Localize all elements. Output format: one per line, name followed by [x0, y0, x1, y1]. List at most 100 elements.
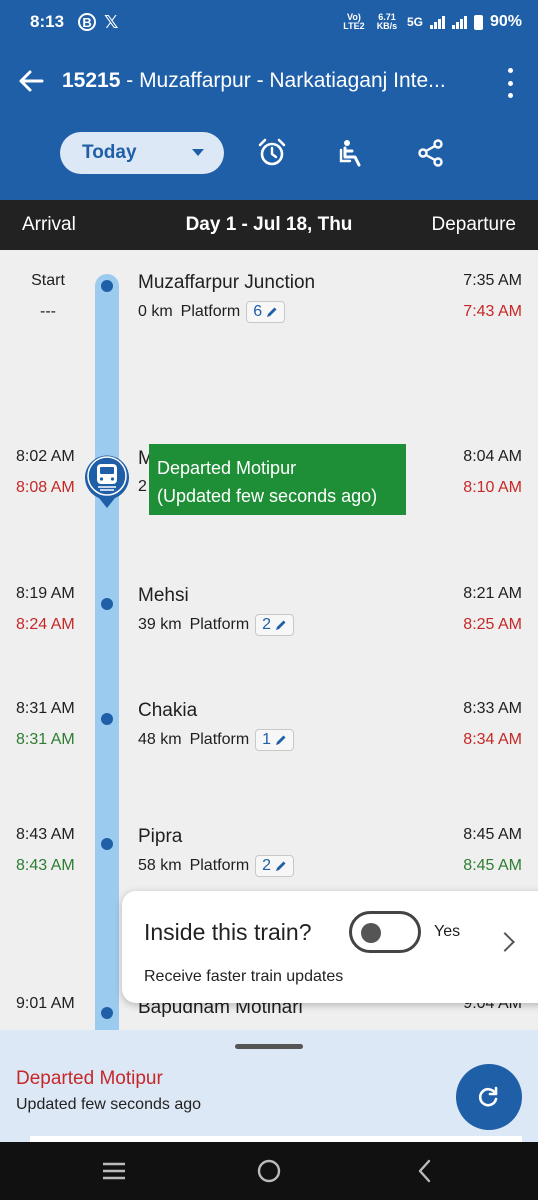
departure-actual: 8:34 AM [463, 731, 522, 748]
platform-label: Platform [180, 303, 241, 320]
arrival-actual: --- [40, 303, 56, 320]
platform-number: 2 [262, 616, 272, 633]
platform-edit-button[interactable]: 2 [255, 614, 295, 636]
departure-scheduled: 8:33 AM [463, 700, 522, 717]
platform-edit-button[interactable]: 1 [255, 729, 295, 751]
departure-scheduled: 8:45 AM [463, 826, 522, 843]
platform-label: Platform [189, 731, 250, 748]
departure-scheduled: 8:21 AM [463, 585, 522, 602]
sheet-drag-handle[interactable] [235, 1044, 303, 1049]
train-location-icon[interactable] [82, 452, 132, 508]
inside-train-card[interactable]: Inside this train? Yes Receive faster tr… [122, 891, 538, 1003]
signal-icon [429, 15, 445, 29]
departure-actual: 8:10 AM [463, 479, 522, 496]
day-select-dropdown[interactable]: Today [60, 132, 224, 174]
app-bar: 15215 - Muzaffarpur - Narkatiaganj Inte.… [0, 44, 538, 200]
last-updated: Updated few seconds ago [16, 1096, 202, 1113]
departure-actual: 8:25 AM [463, 616, 522, 633]
departure-actual: 7:43 AM [463, 303, 522, 320]
status-bar: 8:13 B 𝕏 Vo) LTE2 6.71 KB/s 5G 90% [0, 0, 538, 44]
platform-edit-button[interactable]: 2 [255, 855, 295, 877]
toggle-knob [361, 923, 381, 943]
platform-number: 2 [262, 857, 272, 874]
status-time: 8:13 [30, 12, 65, 31]
station-dot [101, 280, 113, 292]
train-title: 15215 - Muzaffarpur - Narkatiaganj Inte.… [62, 69, 482, 93]
departure-actual: 8:45 AM [463, 857, 522, 874]
dropdown-caret-icon [192, 149, 204, 156]
station-km: 39 km [138, 616, 182, 633]
station-info: 2 [138, 478, 147, 496]
inside-train-toggle[interactable] [349, 911, 421, 953]
station-info: 39 km Platform 2 [138, 614, 295, 636]
seat-icon[interactable] [337, 138, 367, 168]
train-status-tooltip: Departed Motipur (Updated few seconds ag… [149, 444, 406, 515]
station-info: 0 km Platform 6 [138, 301, 286, 323]
share-icon[interactable] [416, 138, 446, 168]
platform-edit-button[interactable]: 6 [246, 301, 286, 323]
station-km: 2 [138, 478, 147, 495]
station-dot [101, 713, 113, 725]
train-number: 15215 [62, 69, 121, 92]
pencil-icon [276, 861, 286, 871]
volte-indicator: Vo) LTE2 [343, 12, 365, 31]
station-name: Pipra [138, 826, 183, 847]
network-type: 5G [406, 15, 423, 29]
arrival-scheduled: 8:19 AM [16, 585, 75, 602]
station-km: 0 km [138, 303, 173, 320]
station-dot [101, 598, 113, 610]
arrival-actual: 8:08 AM [16, 479, 75, 496]
station-dot [101, 1007, 113, 1019]
station-dot [101, 838, 113, 850]
inside-train-question: Inside this train? [144, 919, 312, 945]
platform-number: 6 [253, 303, 263, 320]
arrival-actual: 8:24 AM [16, 616, 75, 633]
network-speed: 6.71 KB/s [376, 12, 398, 31]
station-name: Mehsi [138, 585, 189, 606]
arrival-actual: 8:43 AM [16, 857, 75, 874]
station-km: 48 km [138, 731, 182, 748]
back-nav-icon[interactable] [412, 1158, 438, 1184]
status-right: Vo) LTE2 6.71 KB/s 5G 90% [341, 13, 522, 31]
toggle-yes-label: Yes [434, 923, 461, 940]
x-notification-icon: 𝕏 [104, 11, 119, 32]
pencil-icon [276, 620, 286, 630]
arrival-scheduled: 8:02 AM [16, 448, 75, 465]
alarm-icon[interactable] [257, 138, 287, 168]
home-icon[interactable] [256, 1158, 282, 1184]
battery-percent: 90% [489, 13, 522, 30]
departure-scheduled: 8:04 AM [463, 448, 522, 465]
departure-scheduled: 7:35 AM [463, 272, 522, 289]
inside-train-subtitle: Receive faster train updates [144, 968, 344, 985]
station-name: Muzaffarpur Junction [138, 272, 316, 293]
recent-apps-icon[interactable] [101, 1158, 127, 1184]
arrival-scheduled: Start [31, 272, 65, 289]
station-km: 58 km [138, 857, 182, 874]
tooltip-line2: (Updated few seconds ago) [157, 486, 378, 506]
bottom-status-sheet[interactable]: Departed Motipur Updated few seconds ago [0, 1030, 538, 1142]
current-status: Departed Motipur [16, 1068, 163, 1089]
b-notification-icon: B [78, 13, 97, 31]
battery-icon [473, 14, 483, 30]
pencil-icon [276, 735, 286, 745]
station-info: 58 km Platform 2 [138, 855, 295, 877]
platform-label: Platform [189, 616, 250, 633]
day-select-value: Today [82, 142, 137, 163]
platform-number: 1 [262, 731, 272, 748]
pencil-icon [267, 307, 277, 317]
refresh-button[interactable] [456, 1064, 522, 1130]
arrival-scheduled: 8:43 AM [16, 826, 75, 843]
back-arrow-icon[interactable] [16, 66, 46, 96]
arrival-scheduled: 8:31 AM [16, 700, 75, 717]
signal-2-icon [451, 15, 467, 29]
arrival-actual: 8:31 AM [16, 731, 75, 748]
train-name: - Muzaffarpur - Narkatiaganj Inte... [120, 69, 446, 92]
system-nav-bar [0, 1142, 538, 1200]
platform-label: Platform [189, 857, 250, 874]
refresh-icon [478, 1086, 498, 1107]
more-vert-icon[interactable] [504, 68, 516, 98]
chevron-right-icon[interactable] [495, 932, 515, 952]
departure-header: Departure [431, 214, 517, 235]
tooltip-line1: Departed Motipur [157, 458, 297, 478]
timeline-rail [95, 274, 119, 1030]
